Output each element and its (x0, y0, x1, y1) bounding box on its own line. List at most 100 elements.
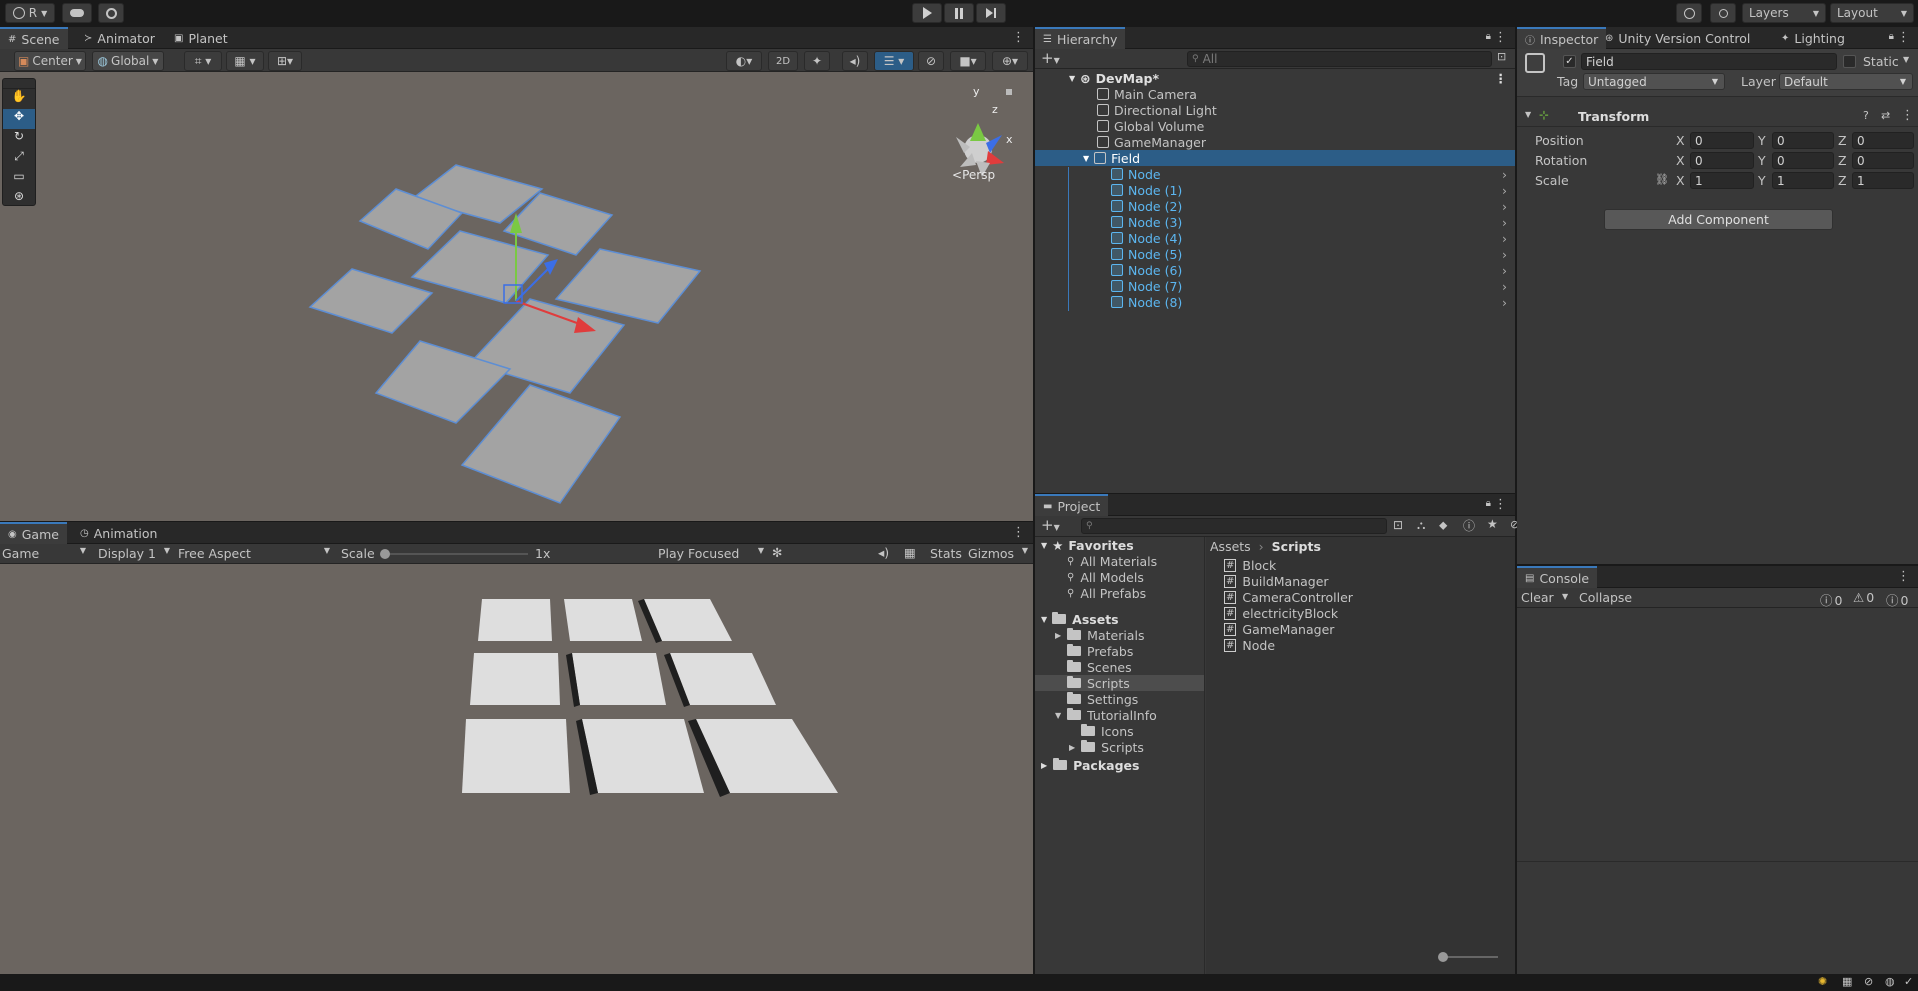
view-dropdown[interactable]: Game ▼ (2, 546, 86, 561)
log-count[interactable]: ⓘ 0 (1820, 590, 1842, 609)
static-checkbox[interactable] (1843, 55, 1856, 68)
hierarchy-child-item[interactable]: Node (3) › (1035, 214, 1515, 230)
tab-project[interactable]: ▬ Project (1035, 494, 1109, 516)
gameobject-large-icon[interactable] (1525, 53, 1545, 73)
help-icon[interactable]: ? (1863, 109, 1869, 122)
console-detail-area[interactable] (1517, 861, 1918, 974)
more-options-icon[interactable]: ⋮ (1901, 108, 1914, 123)
hierarchy-child-item[interactable]: Node (1) › (1035, 182, 1515, 198)
folder-item[interactable]: Prefabs (1035, 643, 1204, 659)
lock-icon[interactable]: 🔒︎ (1486, 31, 1491, 42)
more-options-icon[interactable]: ⋮ (1494, 497, 1507, 512)
search-by-type-icon[interactable]: ⊡ (1393, 518, 1403, 532)
object-name-field[interactable]: Field (1581, 53, 1837, 70)
script-file[interactable]: # electricityBlock (1206, 605, 1515, 621)
check-icon[interactable]: ✓ (1904, 975, 1913, 988)
scale-z-field[interactable]: 1 (1852, 172, 1914, 189)
account-button[interactable]: R ▼ (5, 3, 55, 23)
warning-count[interactable]: ⚠ 0 (1853, 590, 1874, 605)
chevron-right-icon[interactable]: › (1502, 263, 1507, 278)
hierarchy-child-item[interactable]: Node › (1035, 166, 1515, 182)
scene-viewport[interactable] (0, 73, 1033, 521)
folder-item[interactable]: ▶ Materials (1035, 627, 1204, 643)
more-options-icon[interactable]: ⋮ (1494, 30, 1507, 45)
script-file[interactable]: # Block (1206, 557, 1515, 573)
constrain-proportions-icon[interactable]: ⛓ (1655, 173, 1669, 186)
add-icon[interactable]: +▼ (1041, 49, 1060, 67)
folder-item[interactable]: ▼ TutorialInfo (1035, 707, 1204, 723)
more-options-icon[interactable]: ⋮ (1495, 71, 1508, 86)
hierarchy-item[interactable]: Global Volume (1035, 118, 1515, 134)
stats-button[interactable]: Stats (930, 546, 962, 561)
script-file[interactable]: # GameManager (1206, 621, 1515, 637)
clear-button[interactable]: Clear (1521, 590, 1554, 605)
expand-arrow-icon[interactable]: ▶ (1041, 761, 1047, 770)
effects-button[interactable]: ☰ ▾ (874, 51, 914, 71)
more-options-icon[interactable]: ⋮ (1012, 30, 1025, 45)
tab-hierarchy[interactable]: ☰ Hierarchy (1035, 27, 1126, 49)
scale-slider[interactable] (380, 549, 528, 559)
chevron-right-icon[interactable]: › (1502, 295, 1507, 310)
rotation-z-field[interactable]: 0 (1852, 152, 1914, 169)
script-file[interactable]: # BuildManager (1206, 573, 1515, 589)
favorite-item[interactable]: ⚲ All Prefabs (1035, 585, 1204, 601)
icon-size-slider[interactable] (1438, 952, 1498, 962)
aspect-dropdown[interactable]: Free Aspect ▼ (178, 546, 330, 561)
chevron-down-icon[interactable]: ▼ (1903, 55, 1909, 64)
hidden-objects-button[interactable]: ⊘ (918, 51, 944, 71)
chevron-right-icon[interactable]: › (1502, 231, 1507, 246)
scale-slider-handle[interactable] (380, 549, 390, 559)
camera-settings-button[interactable]: ■▾ (950, 51, 986, 71)
audio-toggle-button[interactable]: ◂) (842, 51, 868, 71)
play-button[interactable] (912, 3, 942, 23)
lock-icon[interactable]: 🔒︎ (1889, 31, 1894, 42)
mute-audio-icon[interactable]: ◂) (878, 545, 889, 560)
favorite-item[interactable]: ⚲ All Models (1035, 569, 1204, 585)
debug-icon[interactable]: ✻ (772, 545, 782, 560)
clear-options-icon[interactable]: ▼ (1562, 592, 1568, 601)
rotation-y-field[interactable]: 0 (1772, 152, 1834, 169)
tab-scene[interactable]: # Scene (0, 27, 68, 49)
toggle-2d-button[interactable]: 2D (768, 51, 798, 71)
chevron-right-icon[interactable]: › (1502, 183, 1507, 198)
transform-header[interactable]: ▼ ⊹ Transform ? ⇄ ⋮ (1517, 107, 1918, 127)
hierarchy-item-selected[interactable]: ▼ Field (1035, 150, 1515, 166)
tab-lighting[interactable]: ✦ Lighting (1773, 27, 1853, 49)
tab-game[interactable]: ◉ Game (0, 522, 67, 544)
tab-version-control[interactable]: ⊛ Unity Version Control (1597, 27, 1758, 49)
grid-visibility-button[interactable]: ▦ ▾ (226, 51, 264, 71)
console-log-area[interactable] (1517, 609, 1918, 869)
tab-console[interactable]: ▤ Console (1517, 566, 1598, 588)
gizmos-toggle-button[interactable]: ⊕▾ (992, 51, 1028, 71)
layout-dropdown[interactable]: Layout ▼ (1830, 3, 1914, 23)
expand-arrow-icon[interactable]: ▶ (1055, 631, 1061, 640)
tab-animation[interactable]: ◷ Animation (72, 522, 165, 544)
lock-icon[interactable]: 🔒︎ (1486, 498, 1491, 509)
search-filter-icon[interactable]: ⊡ (1497, 50, 1506, 63)
grid-snap-button[interactable]: ⌗ ▾ (184, 51, 222, 71)
keyboard-icon[interactable]: ▦ (904, 545, 916, 560)
import-log-icon[interactable]: ⓘ (1463, 517, 1475, 534)
collab-icon[interactable]: ◍ (1885, 975, 1895, 988)
active-checkbox[interactable]: ✓ (1563, 55, 1576, 68)
favorite-item[interactable]: ⚲ All Materials (1035, 553, 1204, 569)
hierarchy-child-item[interactable]: Node (5) › (1035, 246, 1515, 262)
layers-dropdown[interactable]: Layers ▼ (1742, 3, 1826, 23)
expand-arrow-icon[interactable]: ▼ (1525, 110, 1531, 119)
hierarchy-item[interactable]: GameManager (1035, 134, 1515, 150)
tag-icon[interactable]: ⬥ (1439, 518, 1447, 533)
scene-root-item[interactable]: ▼ ⊛ DevMap* ⋮ (1035, 70, 1515, 86)
more-options-icon[interactable]: ⋮ (1897, 569, 1910, 584)
folder-item[interactable]: Settings (1035, 691, 1204, 707)
pivot-dropdown[interactable]: ▣ Center ▼ (14, 51, 86, 71)
more-options-icon[interactable]: ⋮ (1012, 525, 1025, 540)
display-dropdown[interactable]: Display 1 ▼ (98, 546, 170, 561)
tab-animator[interactable]: ≻ Animator (76, 27, 163, 49)
position-x-field[interactable]: 0 (1690, 132, 1754, 149)
layer-dropdown[interactable]: Default ▼ (1779, 73, 1913, 90)
hierarchy-child-item[interactable]: Node (4) › (1035, 230, 1515, 246)
cloud-button[interactable] (62, 3, 92, 23)
hierarchy-item[interactable]: Main Camera (1035, 86, 1515, 102)
favorite-star-icon[interactable]: ★ (1487, 517, 1498, 531)
breadcrumb-assets[interactable]: Assets (1210, 539, 1251, 554)
